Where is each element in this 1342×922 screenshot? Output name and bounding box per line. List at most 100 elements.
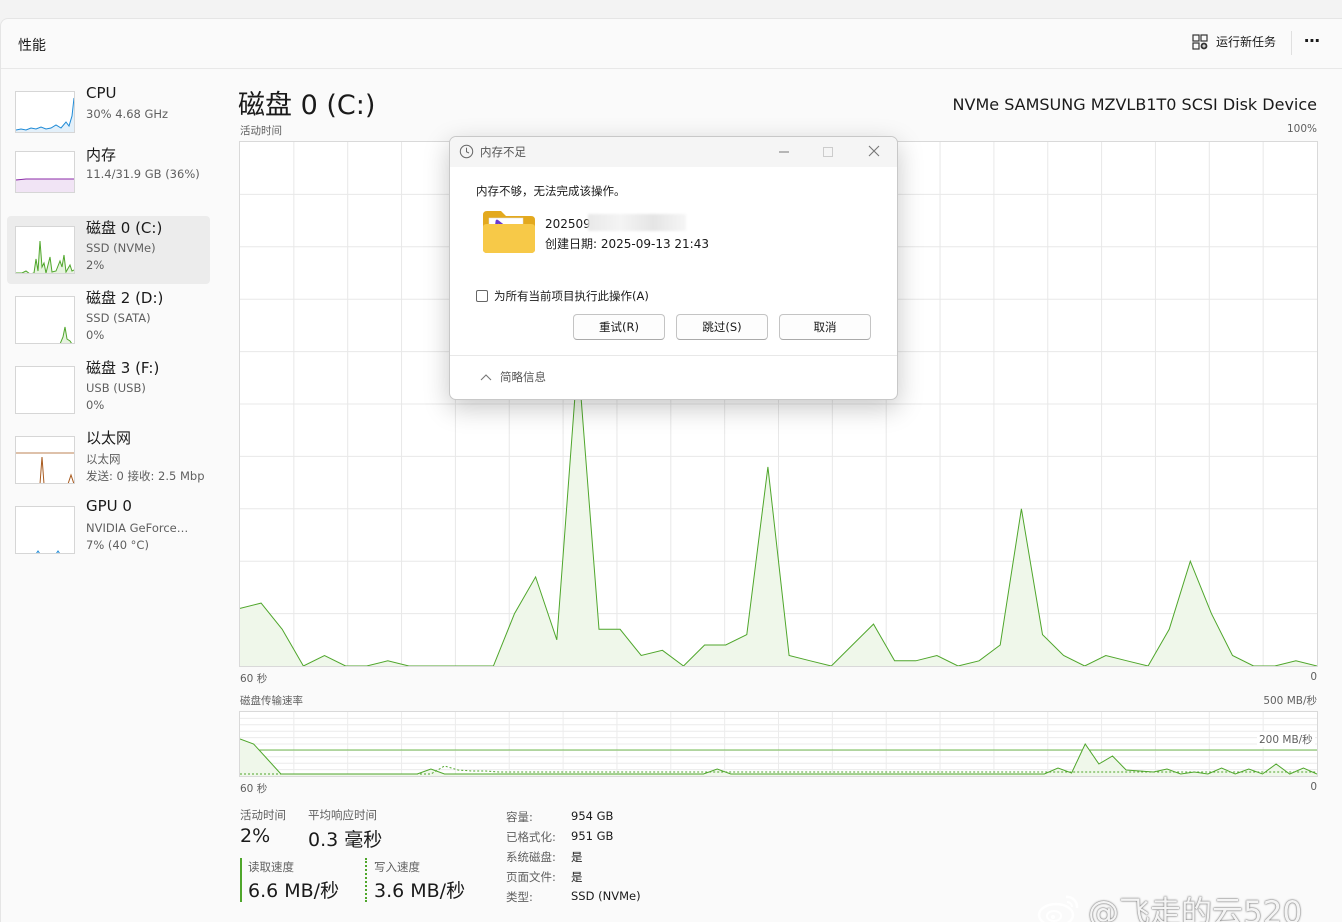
close-icon	[868, 145, 880, 157]
cancel-button[interactable]: 取消	[779, 314, 871, 340]
property-key: 页面文件:	[506, 870, 556, 884]
disk-3-thumbnail-graph	[15, 366, 75, 414]
sidebar-item-detail: 30% 4.68 GHz	[86, 107, 169, 121]
sidebar-item-detail: USB (USB)	[86, 381, 146, 395]
active-time-stat-value: 2%	[240, 825, 271, 847]
cpu-thumbnail-graph	[15, 91, 75, 133]
disk-2-thumbnail-graph	[15, 296, 75, 344]
run-new-task-label: 运行新任务	[1216, 35, 1277, 49]
file-created-date: 创建日期: 2025-09-13 21:43	[545, 237, 709, 251]
sidebar-item-disk-0[interactable]: 磁盘 0 (C:) SSD (NVMe) 2%	[7, 216, 210, 284]
dialog-titlebar: 内存不足	[450, 137, 897, 167]
dialog-message: 内存不够，无法完成该操作。	[476, 184, 626, 198]
sidebar-item-usage: 0%	[86, 328, 105, 342]
active-time-axis-left: 60 秒	[240, 673, 268, 685]
active-time-axis-right: 0	[1310, 671, 1317, 683]
sidebar-item-name: 内存	[86, 146, 117, 164]
active-time-chart-label: 活动时间	[240, 125, 282, 137]
run-new-task-button[interactable]: 运行新任务	[1192, 33, 1276, 50]
clock-icon	[459, 144, 474, 159]
sidebar-item-name: 以太网	[86, 429, 132, 447]
property-value: 951 GB	[571, 829, 614, 843]
sidebar-item-detail: SSD (NVMe)	[86, 241, 156, 255]
read-speed-label: 读取速度	[248, 860, 294, 874]
sidebar-item-name: CPU	[86, 84, 117, 102]
file-name: 202509	[545, 217, 591, 231]
sidebar-item-usage: 0%	[86, 398, 105, 412]
close-button[interactable]	[867, 141, 881, 165]
property-value: 是	[571, 870, 583, 884]
maximize-button[interactable]	[822, 141, 834, 165]
property-value: SSD (NVMe)	[571, 889, 641, 903]
transfer-rate-chart	[239, 711, 1318, 777]
sidebar-item-name: 磁盘 2 (D:)	[86, 289, 164, 307]
more-options-button[interactable]: ⋯	[1304, 31, 1321, 50]
sidebar-item-disk-2[interactable]: 磁盘 2 (D:) SSD (SATA) 0%	[7, 286, 210, 354]
write-speed-value: 3.6 MB/秒	[374, 880, 466, 902]
checkbox-box[interactable]	[476, 290, 488, 302]
apply-to-all-checkbox[interactable]: 为所有当前项目执行此操作(A)	[476, 288, 649, 304]
read-speed-value: 6.6 MB/秒	[248, 880, 340, 902]
watermark-text: @飞走的云520	[1088, 895, 1303, 922]
response-time-label: 平均响应时间	[308, 808, 377, 822]
write-speed-label: 写入速度	[374, 860, 420, 874]
read-speed-indicator	[240, 858, 242, 902]
property-key: 已格式化:	[506, 830, 556, 844]
ethernet-thumbnail-graph	[15, 436, 75, 484]
device-name: NVMe SAMSUNG MZVLB1T0 SCSI Disk Device	[952, 95, 1317, 114]
maximize-icon	[823, 147, 833, 157]
sidebar-item-gpu-0[interactable]: GPU 0 NVIDIA GeForce… 7% (40 °C)	[7, 496, 210, 564]
folder-icon	[483, 211, 535, 253]
property-key: 系统磁盘:	[506, 850, 556, 864]
minimize-icon	[779, 151, 789, 153]
sidebar-item-name: GPU 0	[86, 497, 132, 515]
sidebar-item-usage: 发送: 0 接收: 2.5 Mbp	[86, 469, 205, 483]
sidebar-item-name: 磁盘 0 (C:)	[86, 219, 163, 237]
property-key: 容量:	[506, 810, 533, 824]
sidebar-item-detail: NVIDIA GeForce…	[86, 521, 189, 535]
property-value: 954 GB	[571, 809, 614, 823]
details-label: 简略信息	[500, 370, 546, 384]
sidebar-item-detail: 11.4/31.9 GB (36%)	[86, 167, 200, 181]
transfer-max-label: 500 MB/秒	[1263, 695, 1317, 707]
watermark: @飞走的云520	[1036, 887, 1302, 922]
write-speed-indicator	[365, 858, 367, 902]
task-manager-window: 性能 运行新任务 ⋯ CPU 30% 4.68 GHz 内存 11.4/31.9…	[0, 18, 1342, 922]
disk-0-thumbnail-graph	[15, 226, 75, 274]
sidebar-item-detail: 以太网	[86, 452, 121, 466]
chevron-up-icon	[480, 374, 492, 381]
details-toggle[interactable]: 简略信息	[480, 369, 546, 385]
sidebar-item-usage: 2%	[86, 258, 105, 272]
sidebar-item-usage: 7% (40 °C)	[86, 538, 149, 552]
minimize-button[interactable]	[778, 141, 790, 165]
sidebar-item-detail: SSD (SATA)	[86, 311, 151, 325]
transfer-rate-chart-svg	[239, 712, 1318, 776]
retry-button[interactable]: 重试(R)	[573, 314, 665, 340]
active-time-max-label: 100%	[1286, 123, 1317, 135]
property-key: 类型:	[506, 890, 533, 904]
sidebar-item-ethernet[interactable]: 以太网 以太网 发送: 0 接收: 2.5 Mbp	[7, 426, 210, 494]
dialog-title: 内存不足	[480, 145, 526, 159]
gpu-0-thumbnail-graph	[15, 506, 75, 554]
sidebar-item-cpu[interactable]: CPU 30% 4.68 GHz	[7, 83, 210, 151]
active-time-stat-label: 活动时间	[240, 808, 286, 822]
header-divider	[1291, 31, 1292, 55]
run-task-icon	[1192, 33, 1208, 50]
sidebar-item-name: 磁盘 3 (F:)	[86, 359, 160, 377]
dialog-separator	[450, 355, 897, 356]
transfer-axis-right: 0	[1310, 781, 1317, 793]
sidebar-item-memory[interactable]: 内存 11.4/31.9 GB (36%)	[7, 143, 210, 211]
transfer-chart-label: 磁盘传输速率	[240, 695, 303, 707]
transfer-axis-left: 60 秒	[240, 783, 268, 795]
weibo-logo-icon	[1037, 895, 1079, 922]
page-title: 性能	[18, 38, 46, 54]
redacted-filename	[588, 214, 686, 231]
apply-to-all-label: 为所有当前项目执行此操作(A)	[494, 289, 649, 303]
property-value: 是	[571, 850, 583, 864]
sidebar-item-disk-3[interactable]: 磁盘 3 (F:) USB (USB) 0%	[7, 356, 210, 424]
response-time-value: 0.3 毫秒	[308, 829, 383, 851]
memory-thumbnail-graph	[15, 151, 75, 193]
out-of-memory-dialog: 内存不足 内存不够，无法完成该操作。 202509 创建日期: 2025-09-…	[449, 136, 898, 400]
transfer-ref-label: 200 MB/秒	[1257, 732, 1315, 747]
skip-button[interactable]: 跳过(S)	[676, 314, 768, 340]
